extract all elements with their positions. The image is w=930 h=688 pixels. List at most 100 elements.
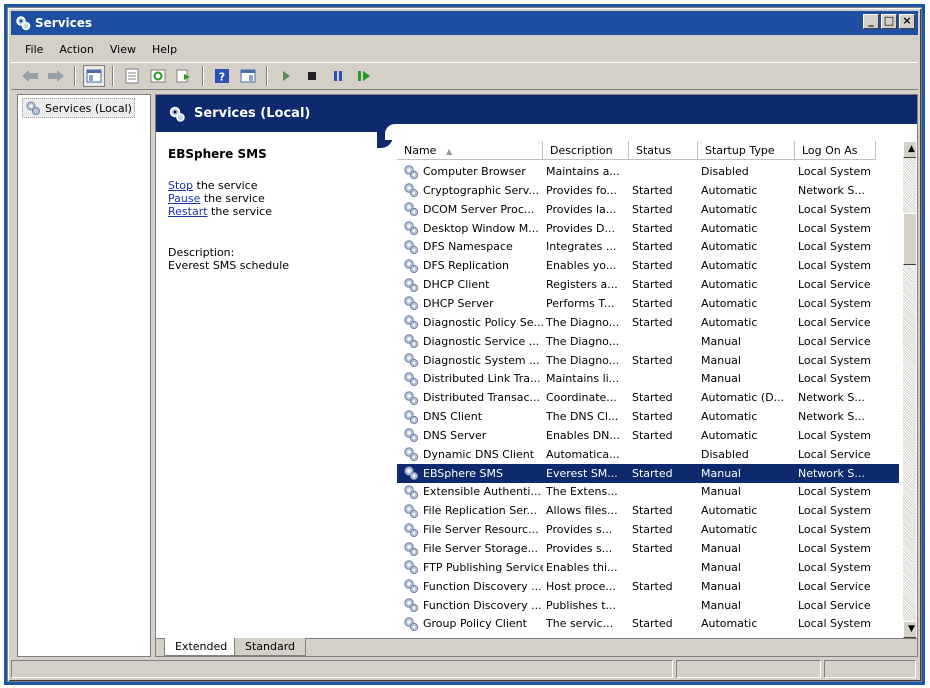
service-status-cell: Started <box>632 523 673 537</box>
service-startup-type-cell: Manual <box>701 598 741 612</box>
service-row[interactable]: DNS Server Enables DN... Started Automatic L… <box>397 426 899 445</box>
forward-button[interactable] <box>45 65 67 87</box>
menu-help[interactable]: Help <box>144 43 185 56</box>
service-row[interactable]: Distributed Transac... Coordinate... Start… <box>397 388 899 407</box>
service-row[interactable]: DNS Client The DNS Cl... Started Automatic N… <box>397 407 899 426</box>
column-header-description[interactable]: Description <box>543 141 629 160</box>
toolbar-separator <box>266 66 268 86</box>
help-button[interactable]: ? <box>211 65 233 87</box>
tab-extended[interactable]: Extended <box>164 638 239 656</box>
restart-service-button[interactable] <box>353 65 375 87</box>
service-row[interactable]: Diagnostic Policy Se... The Diagno... Star… <box>397 313 899 332</box>
service-row[interactable]: Computer Browser Maintains a... Disabled Lo… <box>397 162 899 181</box>
column-header-startup-type[interactable]: Startup Type <box>698 141 795 160</box>
scroll-down-button[interactable]: ▼ <box>903 621 916 638</box>
service-startup-type-cell: Automatic <box>701 221 758 235</box>
stop-service-button[interactable] <box>301 65 323 87</box>
help-icon: ? <box>215 69 229 84</box>
service-row[interactable]: FTP Publishing Service Enables thi... Manu… <box>397 558 899 577</box>
tab-standard[interactable]: Standard <box>234 638 307 656</box>
service-row[interactable]: DFS Namespace Integrates ... Started Automa… <box>397 237 899 256</box>
service-row[interactable]: Dynamic DNS Client Automatica... Disabled L… <box>397 445 899 464</box>
service-logon-cell: Local System <box>798 240 872 254</box>
column-header-log-on-as[interactable]: Log On As <box>795 141 876 160</box>
refresh-button[interactable] <box>147 65 169 87</box>
service-row[interactable]: Distributed Link Tra... Maintains li... Ma… <box>397 369 899 388</box>
vertical-scrollbar[interactable]: ▲ ▼ <box>903 141 916 638</box>
service-row[interactable]: DFS Replication Enables yo... Started Autom… <box>397 256 899 275</box>
service-gear-icon <box>404 183 419 198</box>
forward-arrow-icon <box>48 70 64 82</box>
minimize-button[interactable]: _ <box>863 14 879 29</box>
service-name-cell: EBSphere SMS <box>423 466 504 480</box>
service-logon-cell: Local Service <box>798 334 871 348</box>
service-status-cell: Started <box>632 391 673 405</box>
show-hide-console-tree-button[interactable] <box>83 65 105 87</box>
service-row[interactable]: DHCP Server Performs T... Started Automatic… <box>397 294 899 313</box>
service-description-cell: Coordinate... <box>546 391 617 405</box>
tree-item-label: Services (Local) <box>45 101 132 115</box>
start-service-button[interactable] <box>275 65 297 87</box>
service-row[interactable]: File Replication Ser... Allows files... St… <box>397 501 899 520</box>
title-bar[interactable]: Services _ □ × <box>11 11 918 35</box>
pause-link[interactable]: Pause <box>168 192 200 205</box>
service-status-cell: Started <box>632 617 673 631</box>
menu-action[interactable]: Action <box>51 43 101 56</box>
export-list-button[interactable] <box>173 65 195 87</box>
service-logon-cell: Local System <box>798 221 872 235</box>
service-startup-type-cell: Manual <box>701 466 741 480</box>
service-row[interactable]: EBSphere SMS Everest SM... Started Manual Ne… <box>397 463 899 483</box>
service-description-cell: Enables thi... <box>546 560 618 574</box>
tree-item-services-local[interactable]: Services (Local) <box>22 98 135 118</box>
service-row[interactable]: Group Policy Client The servic... Started A… <box>397 614 899 633</box>
refresh-icon <box>150 69 166 83</box>
service-status-cell: Started <box>632 466 673 480</box>
service-row[interactable]: Extensible Authenti... The Extens... Manua… <box>397 482 899 501</box>
show-action-pane-button[interactable] <box>237 65 259 87</box>
service-row[interactable]: Desktop Window M... Provides D... Started A… <box>397 219 899 238</box>
menu-file[interactable]: File <box>17 43 51 56</box>
service-logon-cell: Local System <box>798 560 872 574</box>
status-pane-2 <box>676 660 821 678</box>
service-gear-icon <box>404 353 419 368</box>
menu-view[interactable]: View <box>102 43 144 56</box>
service-row[interactable]: Diagnostic System ... The Diagno... Starte… <box>397 351 899 370</box>
stop-link[interactable]: Stop <box>168 179 193 192</box>
service-logon-cell: Local Service <box>798 579 871 593</box>
pause-service-button[interactable] <box>327 65 349 87</box>
properties-icon <box>125 68 139 84</box>
service-startup-type-cell: Automatic <box>701 617 758 631</box>
service-description-cell: Provides la... <box>546 202 617 216</box>
column-header-name[interactable]: Name ▲ <box>397 141 543 160</box>
service-row[interactable]: Diagnostic Service ... The Diagno... Manua… <box>397 332 899 351</box>
service-row[interactable]: File Server Resourc... Provides s... Start… <box>397 520 899 539</box>
description-label: Description: <box>168 246 235 259</box>
service-row[interactable]: DCOM Server Proc... Provides la... Started… <box>397 200 899 219</box>
service-logon-cell: Local Service <box>798 278 871 292</box>
service-gear-icon <box>404 598 419 613</box>
service-row[interactable]: Cryptographic Serv... Provides fo... Start… <box>397 181 899 200</box>
service-gear-icon <box>404 579 419 594</box>
properties-button[interactable] <box>121 65 143 87</box>
service-row[interactable]: DHCP Client Registers a... Started Automati… <box>397 275 899 294</box>
service-gear-icon <box>404 315 419 330</box>
service-description-cell: Registers a... <box>546 278 618 292</box>
column-header-status[interactable]: Status <box>629 141 698 160</box>
maximize-button[interactable]: □ <box>881 14 897 29</box>
scroll-thumb[interactable] <box>903 213 916 265</box>
scroll-up-button[interactable]: ▲ <box>903 141 916 158</box>
restart-rest-text: the service <box>207 205 272 218</box>
service-row[interactable]: File Server Storage... Provides s... Start… <box>397 539 899 558</box>
service-row[interactable]: Function Discovery ... Publishes t... Manu… <box>397 596 899 615</box>
restart-link[interactable]: Restart <box>168 205 208 218</box>
close-button[interactable]: × <box>899 14 915 29</box>
service-name-cell: File Replication Ser... <box>423 504 538 518</box>
back-button[interactable] <box>19 65 41 87</box>
service-name-cell: File Server Resourc... <box>423 523 539 537</box>
service-description-cell: Host proce... <box>546 579 616 593</box>
svg-text:?: ? <box>219 71 225 84</box>
status-pane-main <box>11 660 673 678</box>
service-row[interactable]: Function Discovery ... Host proce... Start… <box>397 577 899 596</box>
status-bar <box>11 660 918 680</box>
services-gear-icon <box>26 101 40 115</box>
